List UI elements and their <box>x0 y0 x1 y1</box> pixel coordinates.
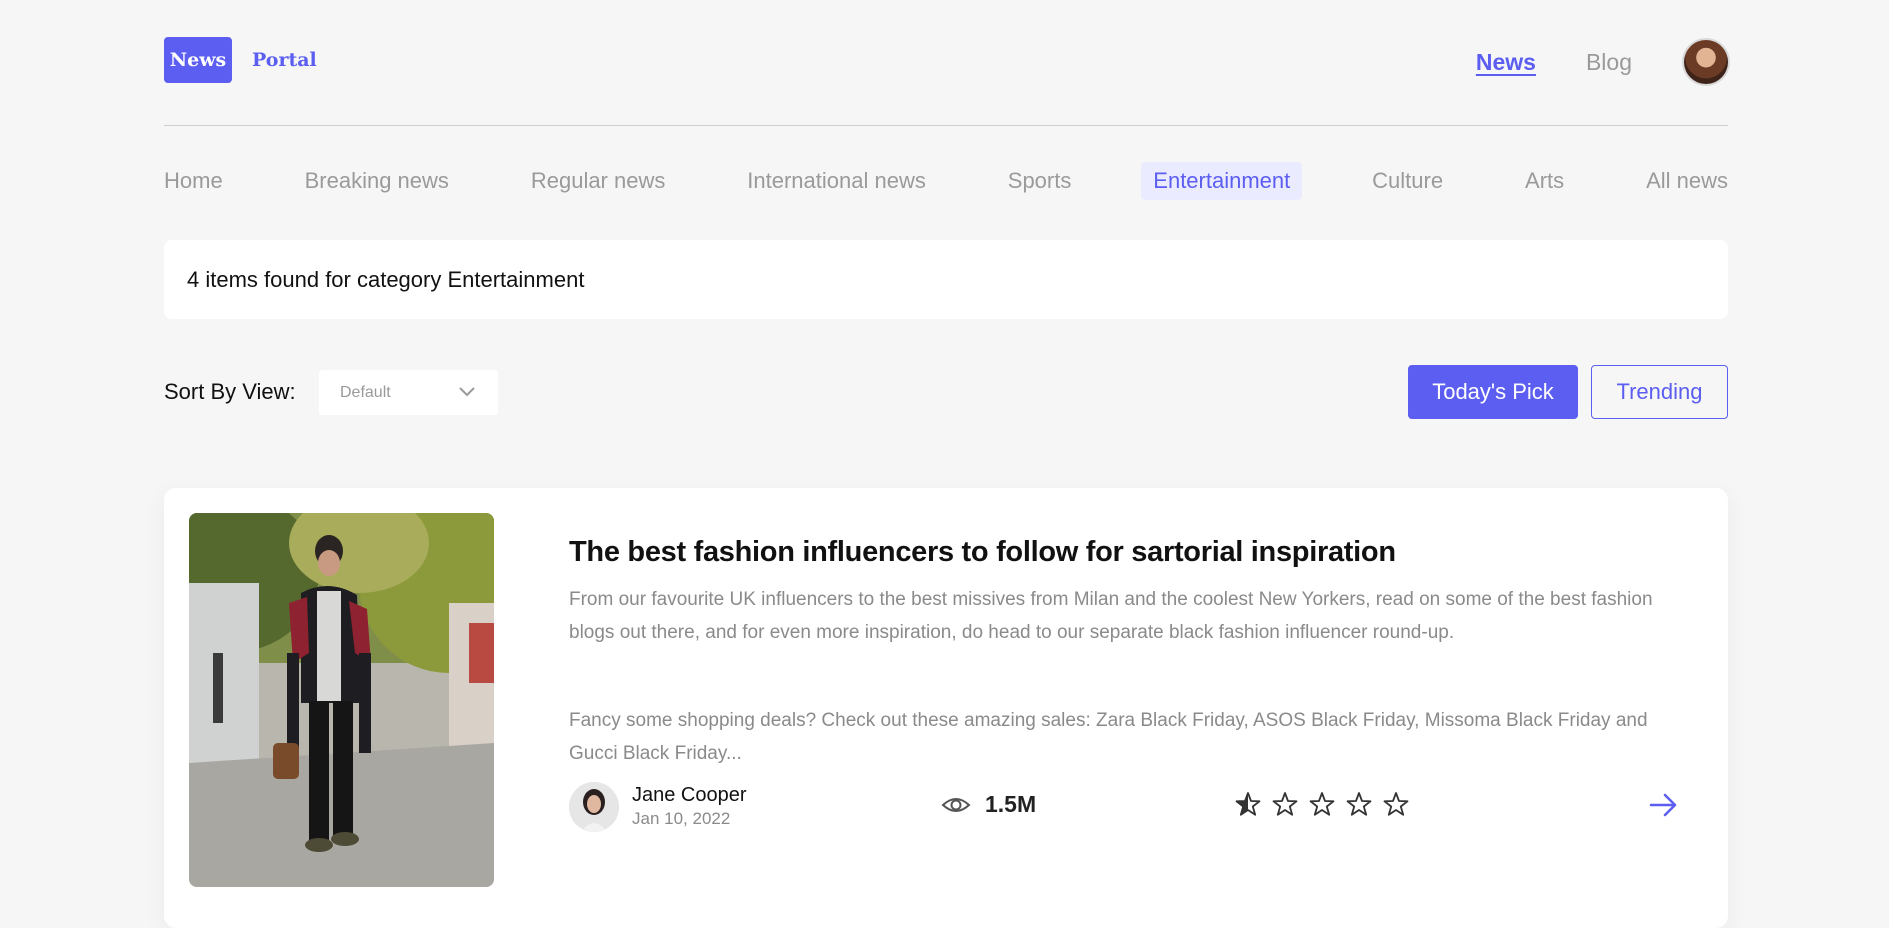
todays-pick-button[interactable]: Today's Pick <box>1408 365 1578 419</box>
category-entertainment[interactable]: Entertainment <box>1141 162 1303 200</box>
sort-label: Sort By View: <box>164 379 296 404</box>
article-excerpt-1: From our favourite UK influencers to the… <box>569 589 1653 643</box>
author-avatar-image <box>569 782 619 832</box>
nav-blog-link[interactable]: Blog <box>1586 49 1632 76</box>
star-icon[interactable] <box>1309 791 1335 817</box>
category-all-news[interactable]: All news <box>1634 162 1728 200</box>
result-bar: 4 items found for category Entertainment <box>164 240 1728 319</box>
sort-row: Sort By View: Default Today's Pick Trend… <box>164 365 1728 421</box>
arrow-right-icon[interactable] <box>1649 792 1679 818</box>
logo-text: Portal <box>252 49 317 71</box>
category-sports[interactable]: Sports <box>996 162 1084 200</box>
category-international-news[interactable]: International news <box>735 162 938 200</box>
category-culture[interactable]: Culture <box>1360 162 1455 200</box>
sort-select-value: Default <box>340 383 391 401</box>
top-nav: News Blog <box>1476 40 1728 84</box>
article-thumbnail[interactable] <box>189 513 494 887</box>
article-card[interactable]: The best fashion influencers to follow f… <box>164 488 1728 928</box>
logo[interactable]: News Portal <box>164 37 317 83</box>
article-meta: Jane Cooper Jan 10, 2022 1.5M <box>569 782 1679 834</box>
page-container: News Portal News Blog Home Breaking news… <box>164 0 1728 928</box>
article-excerpt-2: Fancy some shopping deals? Check out the… <box>569 710 1648 764</box>
category-arts[interactable]: Arts <box>1513 162 1576 200</box>
sort-select[interactable]: Default <box>319 370 498 415</box>
header: News Portal News Blog <box>164 0 1728 126</box>
category-home[interactable]: Home <box>164 162 235 200</box>
trending-button[interactable]: Trending <box>1591 365 1728 419</box>
category-breaking-news[interactable]: Breaking news <box>293 162 461 200</box>
category-regular-news[interactable]: Regular news <box>519 162 678 200</box>
star-icon[interactable] <box>1383 791 1409 817</box>
eye-icon <box>941 797 971 812</box>
views-count: 1.5M <box>985 791 1037 817</box>
views-counter: 1.5M <box>941 791 1036 818</box>
author-avatar[interactable] <box>569 782 619 832</box>
article-title[interactable]: The best fashion influencers to follow f… <box>569 536 1679 569</box>
article-thumbnail-image <box>189 513 494 887</box>
nav-news-link[interactable]: News <box>1476 49 1536 76</box>
user-avatar[interactable] <box>1684 40 1728 84</box>
article-date: Jan 10, 2022 <box>632 809 731 828</box>
star-icon[interactable] <box>1346 791 1372 817</box>
article-content: The best fashion influencers to follow f… <box>569 536 1679 834</box>
result-count-text: 4 items found for category Entertainment <box>187 266 585 292</box>
category-nav: Home Breaking news Regular news Internat… <box>164 162 1728 200</box>
rating-stars[interactable] <box>1235 791 1420 817</box>
logo-box: News <box>164 37 232 83</box>
chevron-down-icon <box>459 387 475 397</box>
author-name[interactable]: Jane Cooper <box>632 784 747 807</box>
star-icon[interactable] <box>1272 791 1298 817</box>
star-icon[interactable] <box>1235 791 1261 817</box>
